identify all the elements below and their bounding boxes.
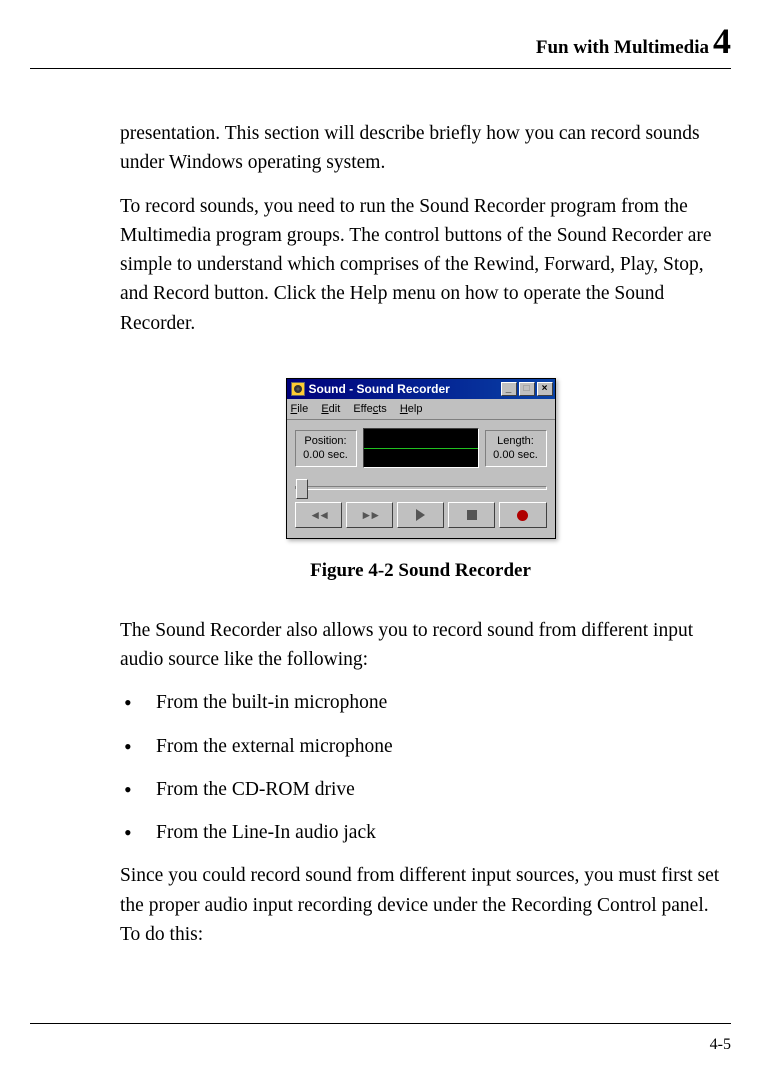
position-label: Position:	[302, 434, 350, 448]
length-panel: Length: 0.00 sec.	[485, 430, 547, 467]
page-number: 4-5	[710, 1036, 731, 1054]
position-value: 0.00 sec.	[302, 448, 350, 462]
speaker-icon[interactable]	[291, 382, 305, 396]
page-content: presentation. This section will describe…	[120, 119, 721, 949]
header-title: Fun with Multimedia	[536, 37, 709, 58]
stop-button[interactable]	[448, 502, 495, 528]
effects-menu[interactable]: Effects	[353, 403, 386, 415]
bullet-list: From the built-in microphone From the ex…	[120, 688, 721, 847]
slider-thumb[interactable]	[296, 479, 308, 499]
list-item: From the Line-In audio jack	[120, 818, 721, 847]
position-slider[interactable]	[295, 486, 547, 490]
close-button[interactable]: ×	[537, 382, 553, 396]
play-button[interactable]	[397, 502, 444, 528]
file-menu[interactable]: File	[291, 403, 309, 415]
list-item: From the external microphone	[120, 732, 721, 761]
waveform-display	[363, 428, 479, 468]
forward-button[interactable]: ►►	[346, 502, 393, 528]
stop-icon	[467, 510, 477, 520]
list-item: From the built-in microphone	[120, 688, 721, 717]
paragraph: The Sound Recorder also allows you to re…	[120, 616, 721, 675]
list-item: From the CD-ROM drive	[120, 775, 721, 804]
sound-recorder-window: Sound - Sound Recorder _ □ × File Edit E…	[286, 378, 556, 540]
rewind-button[interactable]: ◄◄	[295, 502, 342, 528]
help-menu[interactable]: Help	[400, 403, 423, 415]
menubar: File Edit Effects Help	[287, 399, 555, 421]
maximize-button: □	[519, 382, 535, 396]
minimize-button[interactable]: _	[501, 382, 517, 396]
paragraph: presentation. This section will describe…	[120, 119, 721, 178]
window-title: Sound - Sound Recorder	[309, 379, 501, 399]
record-button[interactable]	[499, 502, 546, 528]
paragraph: To record sounds, you need to run the So…	[120, 192, 721, 338]
play-icon	[416, 509, 425, 521]
paragraph: Since you could record sound from differ…	[120, 861, 721, 949]
page-header: Fun with Multimedia4	[30, 20, 731, 69]
figure-container: Sound - Sound Recorder _ □ × File Edit E…	[120, 378, 721, 586]
forward-icon: ►►	[360, 506, 378, 524]
length-value: 0.00 sec.	[492, 448, 540, 462]
position-panel: Position: 0.00 sec.	[295, 430, 357, 467]
edit-menu[interactable]: Edit	[321, 403, 340, 415]
chapter-number: 4	[713, 21, 731, 61]
footer-rule	[30, 1023, 731, 1024]
figure-caption: Figure 4-2 Sound Recorder	[120, 557, 721, 586]
record-icon	[517, 510, 528, 521]
titlebar[interactable]: Sound - Sound Recorder _ □ ×	[287, 379, 555, 399]
rewind-icon: ◄◄	[309, 506, 327, 524]
length-label: Length:	[492, 434, 540, 448]
